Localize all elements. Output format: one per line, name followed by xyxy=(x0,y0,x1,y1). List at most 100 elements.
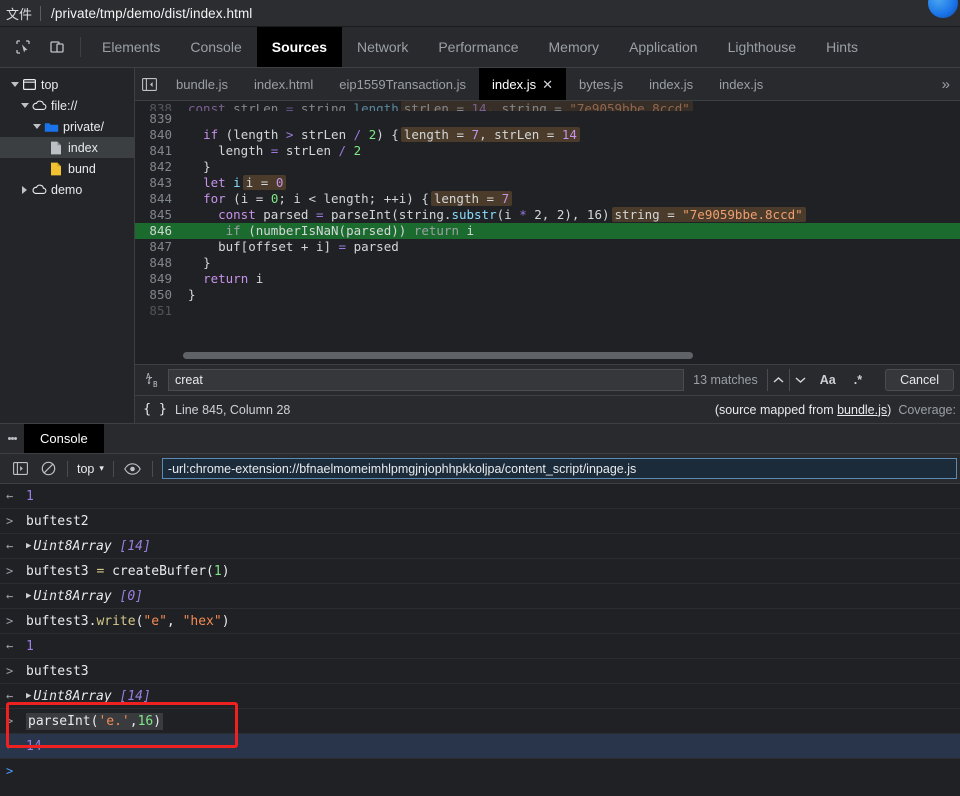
tab-network[interactable]: Network xyxy=(342,27,423,67)
console-value: 14 xyxy=(26,739,42,754)
tab-memory[interactable]: Memory xyxy=(534,27,615,67)
console-value: 1 xyxy=(26,639,34,654)
code-line: 848 } xyxy=(135,255,960,271)
file-tab-bytes-js[interactable]: bytes.js xyxy=(566,68,636,100)
file-menu-label[interactable]: 文件 xyxy=(0,4,40,23)
execution-context-selector[interactable]: top ▾ xyxy=(73,462,108,476)
tree-item-index-file[interactable]: index xyxy=(0,137,134,158)
live-expression-icon[interactable] xyxy=(119,457,147,481)
expand-triangle-icon[interactable]: ▶ xyxy=(26,591,33,601)
file-tab-index-js-active[interactable]: index.js ✕ xyxy=(479,68,566,100)
chevron-up-icon[interactable] xyxy=(767,369,789,391)
tree-item-file-protocol[interactable]: file:// xyxy=(0,95,134,116)
page-url: /private/tmp/demo/dist/index.html xyxy=(41,6,252,21)
globe-icon xyxy=(928,0,958,18)
tab-lighthouse[interactable]: Lighthouse xyxy=(713,27,812,67)
console-prompt-row[interactable]: > xyxy=(0,759,960,781)
folder-icon xyxy=(43,119,59,135)
file-tab-label: index.js xyxy=(649,77,693,92)
console-expression: buftest3 xyxy=(26,664,89,679)
pretty-print-icon[interactable]: { } xyxy=(135,402,175,417)
input-arrow-icon: > xyxy=(6,614,26,628)
toolbar-divider xyxy=(152,461,153,477)
line-code: if (numberIsNaN(parsed)) return i xyxy=(179,223,960,239)
file-tab-index-js-2[interactable]: index.js xyxy=(636,68,706,100)
tree-item-top[interactable]: top xyxy=(0,74,134,95)
sources-workspace: top file:// private/ index xyxy=(0,68,960,423)
more-tabs-icon[interactable]: » xyxy=(932,68,960,100)
cancel-button[interactable]: Cancel xyxy=(885,369,954,391)
chevron-down-icon[interactable] xyxy=(789,369,811,391)
line-number: 840 xyxy=(135,127,179,143)
result-arrow-icon: ← xyxy=(6,689,26,703)
code-line: 842 } xyxy=(135,159,960,175)
caret-icon[interactable] xyxy=(18,103,31,108)
console-input-row-highlighted[interactable]: > parseInt('e.',16) xyxy=(0,709,960,734)
file-tab-label: bundle.js xyxy=(176,77,228,92)
console-input-row[interactable]: > buftest3 = createBuffer( 1 ) xyxy=(0,559,960,584)
inspect-cursor-icon[interactable] xyxy=(10,34,36,60)
console-input-row[interactable]: > buftest2 xyxy=(0,509,960,534)
tab-application[interactable]: Application xyxy=(614,27,713,67)
tab-hints[interactable]: Hints xyxy=(811,27,873,67)
line-code: length = strLen / 2 xyxy=(179,143,960,159)
drawer-tab-console[interactable]: Console xyxy=(24,424,104,453)
drawer-menu-icon[interactable] xyxy=(0,424,24,453)
console-receiver: buftest3. xyxy=(26,614,96,629)
caret-icon[interactable] xyxy=(18,186,31,194)
file-navigator: top file:// private/ index xyxy=(0,68,135,423)
result-arrow-icon: ← xyxy=(6,639,26,653)
code-editor[interactable]: 838 const strLen = string.lengthstrLen =… xyxy=(135,101,960,364)
find-match-count: 13 matches xyxy=(684,373,767,387)
cloud-icon xyxy=(31,182,47,198)
tabbar-divider xyxy=(80,37,81,57)
line-code xyxy=(179,303,960,319)
console-arg-string-2: "hex" xyxy=(183,614,222,629)
console-arg-string: 'e.' xyxy=(98,714,129,729)
console-call: createBuffer( xyxy=(112,564,214,579)
caret-icon[interactable] xyxy=(30,124,43,129)
devtools-tool-icons xyxy=(0,27,74,67)
tree-item-demo[interactable]: demo xyxy=(0,179,134,200)
file-tree: top file:// private/ index xyxy=(0,68,134,200)
console-drawer: Console top ▾ -url:chrome-extension://bf… xyxy=(0,423,960,781)
file-tab-label: index.html xyxy=(254,77,313,92)
close-icon[interactable]: ✕ xyxy=(542,78,553,91)
regex-toggle[interactable]: .* xyxy=(845,373,871,387)
source-map-link[interactable]: bundle.js xyxy=(837,403,887,417)
file-tab-label: bytes.js xyxy=(579,77,623,92)
tab-console[interactable]: Console xyxy=(175,27,256,67)
console-sidebar-icon[interactable] xyxy=(6,457,34,481)
file-tab-bundle-js[interactable]: bundle.js xyxy=(163,68,241,100)
editor-horizontal-scrollbar[interactable] xyxy=(183,352,693,359)
file-tab-index-html[interactable]: index.html xyxy=(241,68,326,100)
chevron-down-icon: ▾ xyxy=(99,463,104,474)
tab-sources[interactable]: Sources xyxy=(257,27,342,67)
tab-performance[interactable]: Performance xyxy=(423,27,533,67)
tab-elements[interactable]: Elements xyxy=(87,27,175,67)
console-filter-input[interactable]: -url:chrome-extension://bfnaelmomeimhlpm… xyxy=(162,458,957,479)
file-tab-index-js-3[interactable]: index.js xyxy=(706,68,776,100)
js-file-icon xyxy=(48,161,64,177)
result-arrow-icon: ← xyxy=(6,589,26,603)
tree-item-private-folder[interactable]: private/ xyxy=(0,116,134,137)
match-case-toggle[interactable]: Aa xyxy=(811,373,845,387)
tab-list-icon[interactable] xyxy=(135,68,163,100)
console-input-row[interactable]: > buftest3. write ( "e" , "hex" ) xyxy=(0,609,960,634)
replace-ab-icon[interactable]: A B xyxy=(140,371,168,389)
device-toolbar-icon[interactable] xyxy=(44,34,70,60)
tree-item-bundle-file[interactable]: bund xyxy=(0,158,134,179)
expand-triangle-icon[interactable]: ▶ xyxy=(26,691,33,701)
clear-console-icon[interactable] xyxy=(34,457,62,481)
console-object-length: [14] xyxy=(120,689,151,704)
line-number: 844 xyxy=(135,191,179,207)
find-input[interactable]: creat xyxy=(168,369,684,391)
input-arrow-icon: > xyxy=(6,664,26,678)
code-line: 844 for (i = 0; i < length; ++i) {length… xyxy=(135,191,960,207)
drawer-tabbar: Console xyxy=(0,424,960,454)
caret-icon[interactable] xyxy=(8,82,21,87)
line-code: const strLen = string.lengthstrLen = 14,… xyxy=(179,101,960,111)
expand-triangle-icon[interactable]: ▶ xyxy=(26,541,33,551)
file-tab-eip1559transaction-js[interactable]: eip1559Transaction.js xyxy=(326,68,479,100)
console-input-row[interactable]: > buftest3 xyxy=(0,659,960,684)
